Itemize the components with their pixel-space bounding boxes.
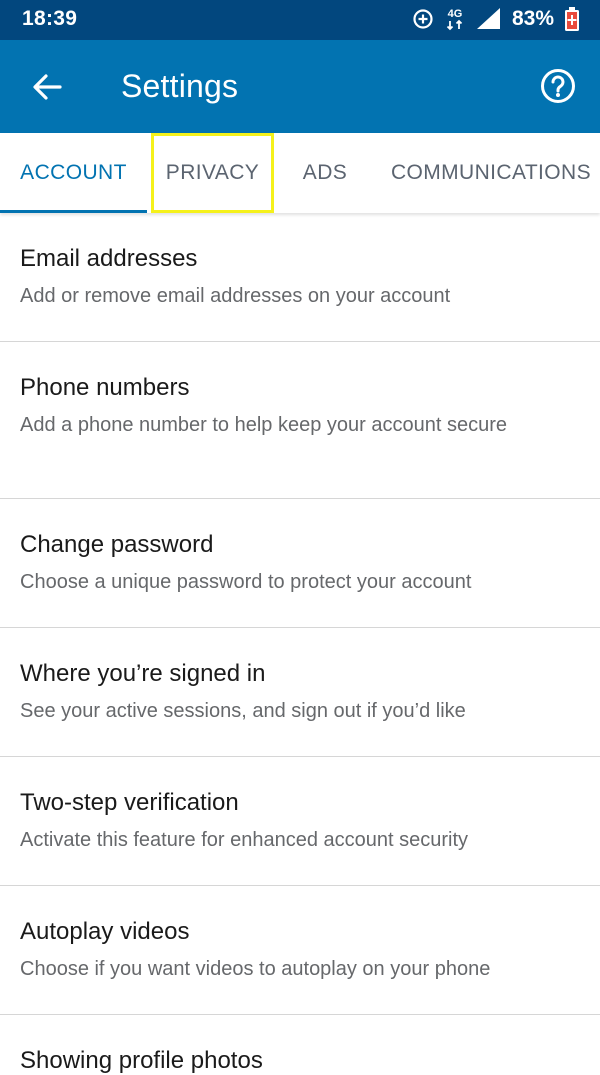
setting-where-signed-in[interactable]: Where you’re signed in See your active s… bbox=[0, 628, 600, 757]
app-bar: Settings bbox=[0, 40, 600, 133]
status-icons: 4G 83% bbox=[412, 6, 580, 32]
setting-title: Change password bbox=[20, 531, 214, 558]
setting-subtitle: Add a phone number to help keep your acc… bbox=[20, 414, 507, 436]
setting-subtitle: Add or remove email addresses on your ac… bbox=[20, 285, 451, 307]
tab-privacy[interactable]: PRIVACY bbox=[151, 133, 274, 213]
tab-communications[interactable]: COMMUNICATIONS bbox=[376, 133, 600, 213]
help-button[interactable] bbox=[536, 64, 580, 108]
setting-subtitle: See your active sessions, and sign out i… bbox=[20, 700, 466, 722]
help-circle-icon bbox=[541, 69, 575, 103]
setting-phone-numbers[interactable]: Phone numbers Add a phone number to help… bbox=[0, 342, 600, 499]
setting-email-addresses[interactable]: Email addresses Add or remove email addr… bbox=[0, 213, 600, 342]
network-label: 4G bbox=[448, 8, 463, 20]
data-saver-icon bbox=[412, 8, 434, 30]
setting-title: Showing profile photos bbox=[20, 1047, 263, 1074]
signal-icon bbox=[476, 7, 502, 31]
network-4g-icon: 4G bbox=[444, 6, 466, 32]
battery-percent: 83% bbox=[511, 7, 554, 30]
setting-change-password[interactable]: Change password Choose a unique password… bbox=[0, 499, 600, 628]
settings-list: Email addresses Add or remove email addr… bbox=[0, 213, 600, 1075]
setting-subtitle: Choose if you want videos to autoplay on… bbox=[20, 958, 491, 980]
setting-title: Two-step verification bbox=[20, 789, 239, 816]
setting-title: Autoplay videos bbox=[20, 918, 190, 945]
status-bar: 18:39 4G 83% bbox=[0, 0, 600, 40]
arrow-left-icon bbox=[33, 74, 62, 100]
battery-icon bbox=[564, 6, 580, 32]
setting-subtitle: Activate this feature for enhanced accou… bbox=[20, 829, 469, 851]
tab-ads[interactable]: ADS bbox=[283, 133, 367, 213]
setting-title: Where you’re signed in bbox=[20, 660, 266, 687]
status-time: 18:39 bbox=[22, 7, 78, 30]
setting-subtitle: Choose a unique password to protect your… bbox=[20, 571, 472, 593]
tab-account[interactable]: ACCOUNT bbox=[0, 133, 147, 213]
setting-title: Email addresses bbox=[20, 245, 198, 272]
setting-two-step-verification[interactable]: Two-step verification Activate this feat… bbox=[0, 757, 600, 886]
tab-bar: ACCOUNT PRIVACY ADS COMMUNICATIONS bbox=[0, 133, 600, 213]
back-button[interactable] bbox=[22, 62, 72, 112]
page-title: Settings bbox=[121, 68, 239, 104]
setting-title: Phone numbers bbox=[20, 374, 190, 401]
setting-autoplay-videos[interactable]: Autoplay videos Choose if you want video… bbox=[0, 886, 600, 1015]
setting-showing-profile-photos[interactable]: Showing profile photos bbox=[0, 1015, 600, 1075]
